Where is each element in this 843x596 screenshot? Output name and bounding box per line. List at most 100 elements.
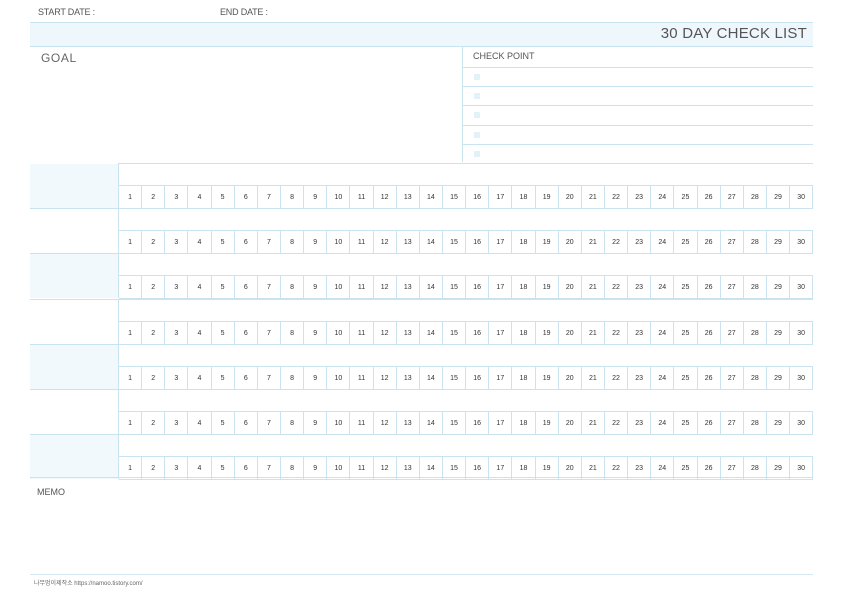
day-cell[interactable]: 2: [142, 276, 166, 298]
day-cell[interactable]: 13: [397, 322, 420, 344]
day-cell[interactable]: 20: [559, 412, 582, 434]
day-cell[interactable]: 30: [790, 231, 814, 253]
day-cell[interactable]: 5: [212, 412, 235, 434]
day-cell[interactable]: 9: [304, 186, 328, 208]
day-cell[interactable]: 8: [281, 322, 305, 344]
day-cell[interactable]: 27: [721, 367, 744, 389]
day-cell[interactable]: 29: [767, 367, 791, 389]
day-cell[interactable]: 15: [443, 367, 467, 389]
day-cell[interactable]: 5: [212, 186, 235, 208]
day-cell[interactable]: 12: [374, 186, 397, 208]
day-cell[interactable]: 11: [350, 186, 374, 208]
day-cell[interactable]: 26: [698, 412, 721, 434]
day-cell[interactable]: 28: [744, 322, 767, 344]
day-cell[interactable]: 4: [188, 457, 212, 479]
day-cell[interactable]: 30: [790, 322, 814, 344]
day-cell[interactable]: 10: [327, 412, 351, 434]
day-cell[interactable]: 13: [397, 186, 420, 208]
day-cell[interactable]: 16: [466, 322, 490, 344]
day-cell[interactable]: 24: [651, 457, 675, 479]
day-cell[interactable]: 3: [165, 457, 189, 479]
day-cell[interactable]: 18: [512, 322, 536, 344]
day-cell[interactable]: 11: [350, 367, 374, 389]
day-cell[interactable]: 3: [165, 276, 189, 298]
day-cell[interactable]: 16: [466, 276, 490, 298]
day-cell[interactable]: 9: [304, 231, 328, 253]
day-cell[interactable]: 7: [258, 412, 281, 434]
day-cell[interactable]: 6: [235, 457, 258, 479]
day-cell[interactable]: 23: [628, 231, 652, 253]
day-cell[interactable]: 11: [350, 457, 374, 479]
day-cell[interactable]: 24: [651, 231, 675, 253]
day-cell[interactable]: 18: [512, 457, 536, 479]
day-cell[interactable]: 21: [582, 186, 605, 208]
checkpoint-checkbox[interactable]: [474, 151, 480, 157]
day-cell[interactable]: 14: [420, 367, 443, 389]
day-cell[interactable]: 18: [512, 186, 536, 208]
day-cell[interactable]: 24: [651, 276, 675, 298]
day-cell[interactable]: 27: [721, 276, 744, 298]
day-cell[interactable]: 9: [304, 322, 328, 344]
day-cell[interactable]: 17: [489, 457, 513, 479]
day-cell[interactable]: 30: [790, 186, 814, 208]
day-cell[interactable]: 22: [605, 412, 629, 434]
day-cell[interactable]: 25: [674, 322, 698, 344]
day-cell[interactable]: 7: [258, 186, 281, 208]
day-cell[interactable]: 17: [489, 186, 513, 208]
day-cell[interactable]: 26: [698, 186, 721, 208]
day-cell[interactable]: 6: [235, 276, 258, 298]
day-cell[interactable]: 13: [397, 367, 420, 389]
day-cell[interactable]: 3: [165, 322, 189, 344]
day-cell[interactable]: 20: [559, 457, 582, 479]
day-cell[interactable]: 30: [790, 276, 814, 298]
day-cell[interactable]: 13: [397, 231, 420, 253]
day-cell[interactable]: 1: [119, 367, 143, 389]
day-cell[interactable]: 15: [443, 412, 467, 434]
day-cell[interactable]: 2: [142, 231, 166, 253]
day-cell[interactable]: 30: [790, 457, 814, 479]
day-cell[interactable]: 13: [397, 457, 420, 479]
day-cell[interactable]: 2: [142, 322, 166, 344]
day-cell[interactable]: 21: [582, 367, 605, 389]
day-cell[interactable]: 1: [119, 412, 143, 434]
day-cell[interactable]: 21: [582, 276, 605, 298]
day-cell[interactable]: 22: [605, 367, 629, 389]
day-cell[interactable]: 5: [212, 457, 235, 479]
day-cell[interactable]: 17: [489, 412, 513, 434]
day-cell[interactable]: 22: [605, 231, 629, 253]
day-cell[interactable]: 10: [327, 276, 351, 298]
day-cell[interactable]: 6: [235, 231, 258, 253]
day-cell[interactable]: 24: [651, 367, 675, 389]
day-cell[interactable]: 26: [698, 322, 721, 344]
day-cell[interactable]: 20: [559, 231, 582, 253]
day-cell[interactable]: 19: [536, 322, 559, 344]
day-cell[interactable]: 20: [559, 186, 582, 208]
day-cell[interactable]: 8: [281, 412, 305, 434]
day-cell[interactable]: 7: [258, 457, 281, 479]
day-cell[interactable]: 4: [188, 322, 212, 344]
day-cell[interactable]: 6: [235, 412, 258, 434]
day-cell[interactable]: 1: [119, 186, 143, 208]
day-cell[interactable]: 23: [628, 322, 652, 344]
day-cell[interactable]: 22: [605, 276, 629, 298]
day-cell[interactable]: 17: [489, 276, 513, 298]
day-cell[interactable]: 23: [628, 412, 652, 434]
day-cell[interactable]: 28: [744, 412, 767, 434]
day-cell[interactable]: 13: [397, 412, 420, 434]
day-cell[interactable]: 1: [119, 276, 143, 298]
day-cell[interactable]: 4: [188, 186, 212, 208]
habit-name-field[interactable]: [30, 300, 118, 344]
day-cell[interactable]: 21: [582, 231, 605, 253]
day-cell[interactable]: 22: [605, 186, 629, 208]
day-cell[interactable]: 9: [304, 367, 328, 389]
day-cell[interactable]: 11: [350, 276, 374, 298]
checkpoint-checkbox[interactable]: [474, 93, 480, 99]
habit-name-field[interactable]: [30, 390, 118, 434]
day-cell[interactable]: 7: [258, 276, 281, 298]
day-cell[interactable]: 27: [721, 412, 744, 434]
day-cell[interactable]: 5: [212, 276, 235, 298]
day-cell[interactable]: 17: [489, 367, 513, 389]
day-cell[interactable]: 8: [281, 276, 305, 298]
day-cell[interactable]: 12: [374, 457, 397, 479]
day-cell[interactable]: 26: [698, 457, 721, 479]
